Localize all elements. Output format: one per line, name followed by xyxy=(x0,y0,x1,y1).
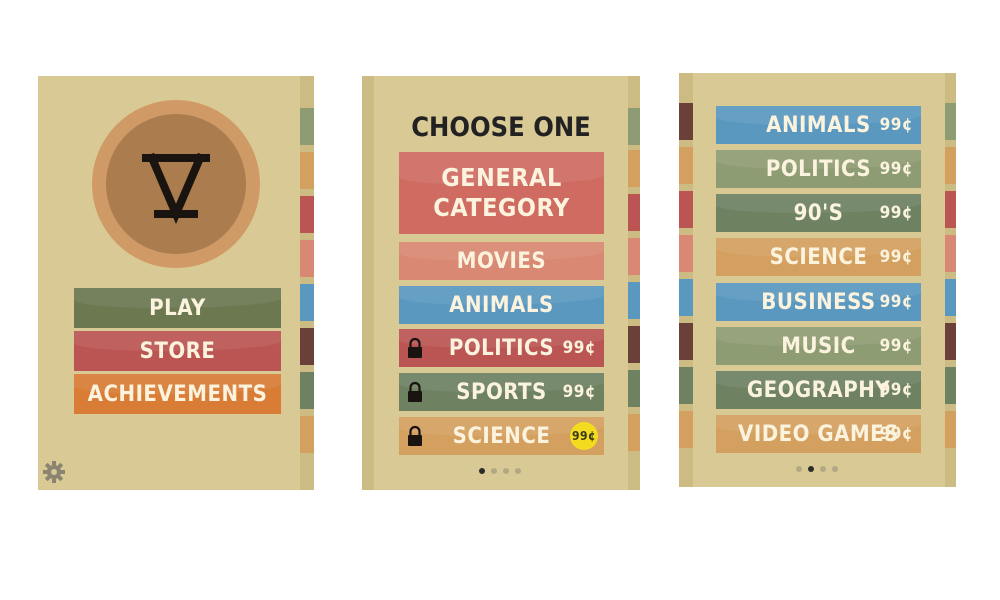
category-label: BUSINESS xyxy=(761,289,876,315)
price-label: 99¢ xyxy=(879,115,913,135)
lock-icon xyxy=(408,425,422,446)
price-label: 99¢ xyxy=(562,338,596,358)
category-movies-button[interactable]: MOVIES xyxy=(399,242,604,280)
category-label: POLITICS xyxy=(765,156,872,182)
next-screen-peek xyxy=(945,73,956,487)
achievements-button[interactable]: ACHIEVEMENTS xyxy=(74,374,281,414)
category-label: 90'S xyxy=(793,200,844,226)
category-label: ANIMALS xyxy=(449,292,554,318)
category-animals-button[interactable]: ANIMALS xyxy=(399,286,604,324)
category-label: SPORTS xyxy=(456,379,547,405)
page-indicator xyxy=(479,468,521,474)
category-politics-button[interactable]: POLITICS 99¢ xyxy=(399,329,604,367)
price-label: 99¢ xyxy=(879,159,913,179)
category-label: MOVIES xyxy=(456,248,547,274)
lock-icon xyxy=(408,381,422,402)
category-label: ANIMALS xyxy=(766,112,871,138)
play-button-label: PLAY xyxy=(149,295,206,321)
choose-category-screen: CHOOSE ONE GENERAL CATEGORY MOVIES ANIMA… xyxy=(362,76,640,490)
page-dot[interactable] xyxy=(503,468,509,474)
category-90s-button[interactable]: 90'S 99¢ xyxy=(716,194,921,232)
more-categories-screen: ANIMALS 99¢ POLITICS 99¢ 90'S 99¢ SCIENC… xyxy=(679,73,956,487)
category-label: SCIENCE xyxy=(769,244,868,270)
page-dot[interactable] xyxy=(515,468,521,474)
achievements-button-label: ACHIEVEMENTS xyxy=(87,381,268,407)
price-label: 99¢ xyxy=(879,424,913,444)
page-dot[interactable] xyxy=(832,466,838,472)
general-category-button[interactable]: GENERAL CATEGORY xyxy=(399,152,604,234)
page-dot[interactable] xyxy=(796,466,802,472)
page-indicator xyxy=(796,466,838,472)
category-politics-button[interactable]: POLITICS 99¢ xyxy=(716,150,921,188)
play-button[interactable]: PLAY xyxy=(74,288,281,328)
prev-screen-peek xyxy=(679,73,693,487)
page-dot[interactable] xyxy=(491,468,497,474)
price-label: 99¢ xyxy=(562,382,596,402)
roman-five-logo-icon xyxy=(142,152,210,225)
price-label: 99¢ xyxy=(879,292,913,312)
price-badge: 99¢ xyxy=(570,422,598,450)
category-label: VIDEO GAMES xyxy=(738,421,899,447)
page-dot-active[interactable] xyxy=(479,468,485,474)
category-animals-button[interactable]: ANIMALS 99¢ xyxy=(716,106,921,144)
price-label: 99¢ xyxy=(879,203,913,223)
store-button[interactable]: STORE xyxy=(74,331,281,371)
price-label: 99¢ xyxy=(879,247,913,267)
category-video-games-button[interactable]: VIDEO GAMES 99¢ xyxy=(716,415,921,453)
gear-icon[interactable] xyxy=(42,460,66,484)
price-label: 99¢ xyxy=(879,336,913,356)
category-business-button[interactable]: BUSINESS 99¢ xyxy=(716,283,921,321)
category-label: SCIENCE xyxy=(452,423,551,449)
category-music-button[interactable]: MUSIC 99¢ xyxy=(716,327,921,365)
page-dot[interactable] xyxy=(820,466,826,472)
category-science-button[interactable]: SCIENCE 99¢ xyxy=(716,238,921,276)
category-label: GEOGRAPHY xyxy=(746,377,891,403)
lock-icon xyxy=(408,337,422,358)
category-sports-button[interactable]: SPORTS 99¢ xyxy=(399,373,604,411)
next-screen-peek xyxy=(300,76,314,490)
page-dot-active[interactable] xyxy=(808,466,814,472)
category-science-button[interactable]: SCIENCE 99¢ xyxy=(399,417,604,455)
general-category-label: GENERAL CATEGORY xyxy=(433,163,570,222)
category-label: POLITICS xyxy=(448,335,555,361)
app-logo xyxy=(106,114,246,254)
main-menu-screen: PLAY STORE ACHIEVEMENTS xyxy=(38,76,314,490)
page-title: CHOOSE ONE xyxy=(411,112,591,143)
category-geography-button[interactable]: GEOGRAPHY 99¢ xyxy=(716,371,921,409)
store-button-label: STORE xyxy=(139,338,216,364)
price-label: 99¢ xyxy=(879,380,913,400)
category-label: MUSIC xyxy=(781,333,856,359)
